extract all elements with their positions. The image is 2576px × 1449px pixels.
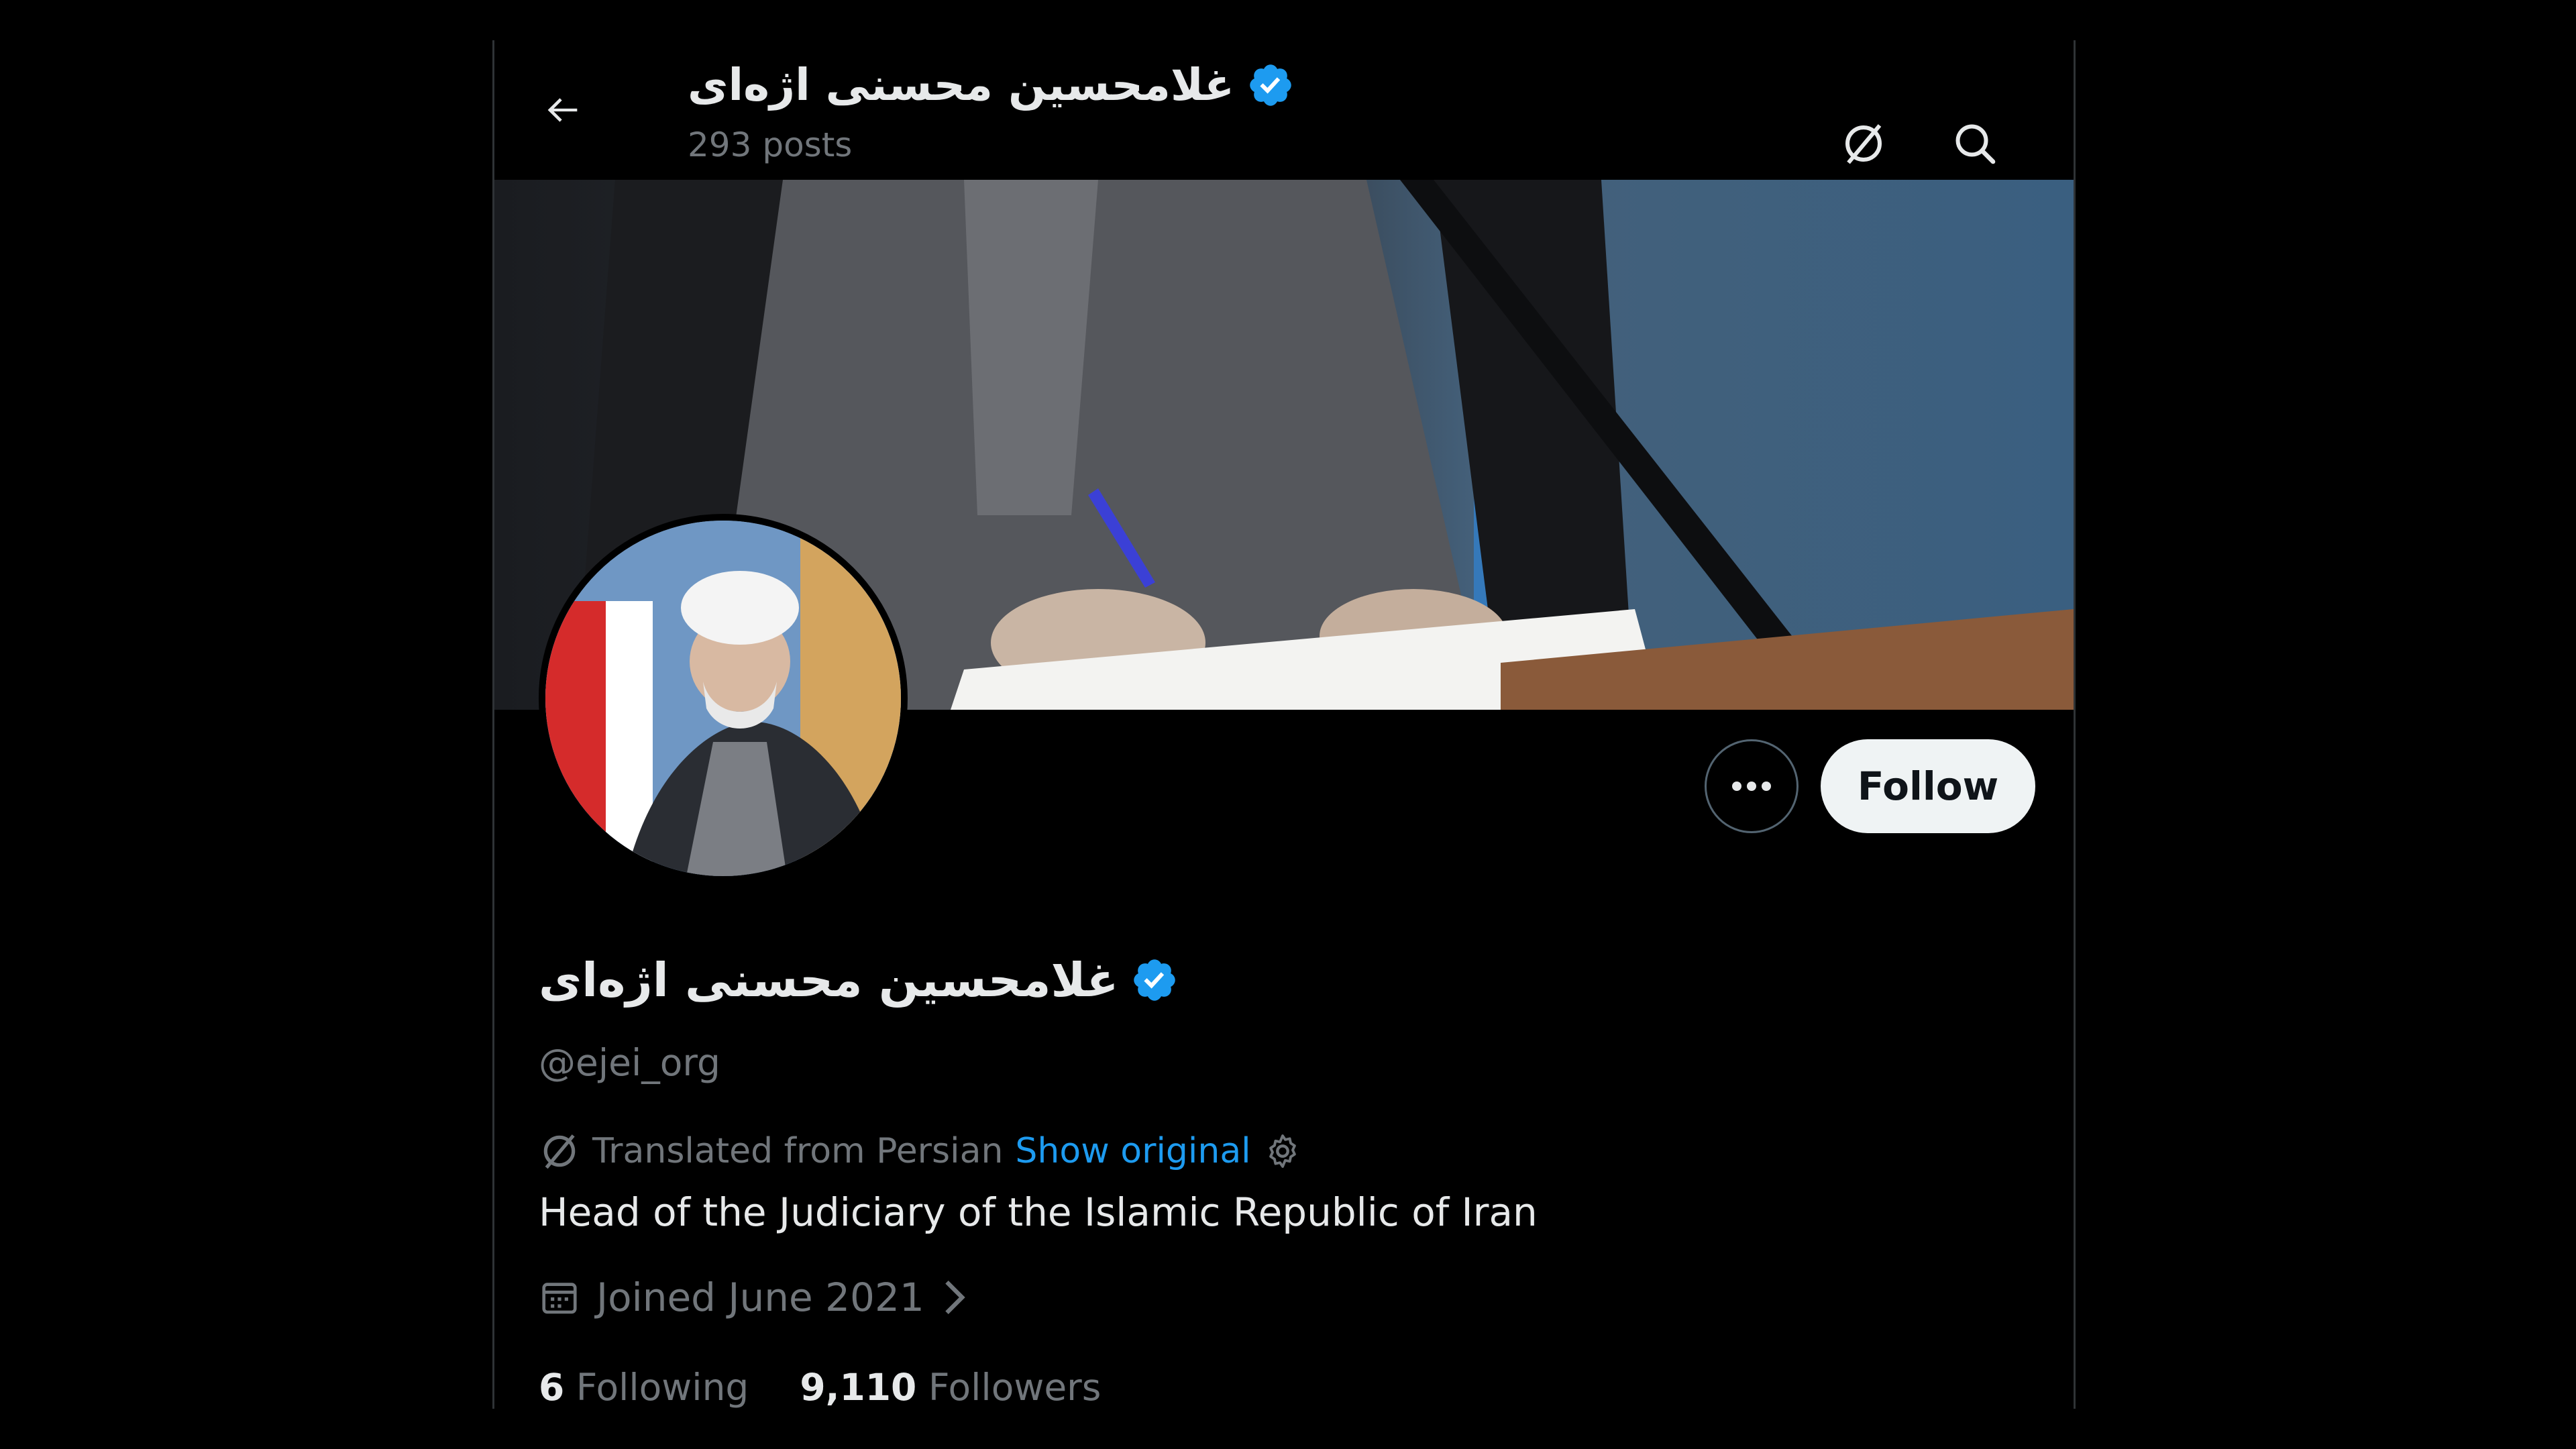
settings-gear-icon[interactable]: [1263, 1132, 1302, 1171]
header-title: غلامحسین محسنی اژه‌ای: [688, 59, 1295, 111]
follow-stats: 6 Following 9,110 Followers: [539, 1366, 1101, 1409]
verified-badge-icon: [1250, 64, 1291, 106]
profile-avatar[interactable]: [539, 514, 908, 883]
following-label: Following: [576, 1366, 749, 1409]
profile-header-bar: غلامحسین محسنی اژه‌ای 293 posts: [494, 40, 2074, 180]
translation-notice: Translated from Persian Show original: [539, 1130, 1302, 1172]
translate-icon: [543, 1134, 576, 1169]
back-arrow-icon: [547, 98, 578, 122]
search-icon: [1955, 124, 1996, 164]
translate-button[interactable]: [1835, 115, 1892, 172]
show-original-link[interactable]: Show original: [1015, 1131, 1250, 1171]
translate-icon: [1845, 124, 1882, 164]
follow-button[interactable]: Follow: [1821, 739, 2035, 833]
following-count: 6: [539, 1366, 565, 1409]
more-options-button[interactable]: [1705, 739, 1799, 833]
followers-link[interactable]: 9,110 Followers: [800, 1366, 1101, 1409]
profile-bio: Head of the Judiciary of the Islamic Rep…: [539, 1189, 1538, 1235]
back-button[interactable]: [535, 82, 591, 138]
avatar-photo: [545, 521, 901, 876]
followers-label: Followers: [928, 1366, 1102, 1409]
search-button[interactable]: [1947, 115, 2003, 172]
following-link[interactable]: 6 Following: [539, 1366, 749, 1409]
joined-label: Joined June 2021: [596, 1275, 924, 1320]
verified-badge-icon[interactable]: [1130, 956, 1179, 1004]
chevron-right-icon: [945, 1281, 965, 1314]
profile-name: غلامحسین محسنی اژه‌ای: [539, 953, 1119, 1008]
calendar-icon: [542, 1283, 577, 1314]
followers-count: 9,110: [800, 1366, 917, 1409]
more-dots-icon: [1732, 782, 1771, 791]
profile-handle: @ejei_org: [539, 1041, 720, 1084]
header-name: غلامحسین محسنی اژه‌ای: [688, 59, 1235, 111]
translated-from-label: Translated from Persian: [592, 1131, 1004, 1171]
post-count: 293 posts: [688, 125, 853, 164]
profile-panel: غلامحسین محسنی اژه‌ای 293 posts: [492, 40, 2076, 1409]
joined-date[interactable]: Joined June 2021: [539, 1275, 967, 1320]
profile-name-row: غلامحسین محسنی اژه‌ای: [539, 953, 1179, 1008]
